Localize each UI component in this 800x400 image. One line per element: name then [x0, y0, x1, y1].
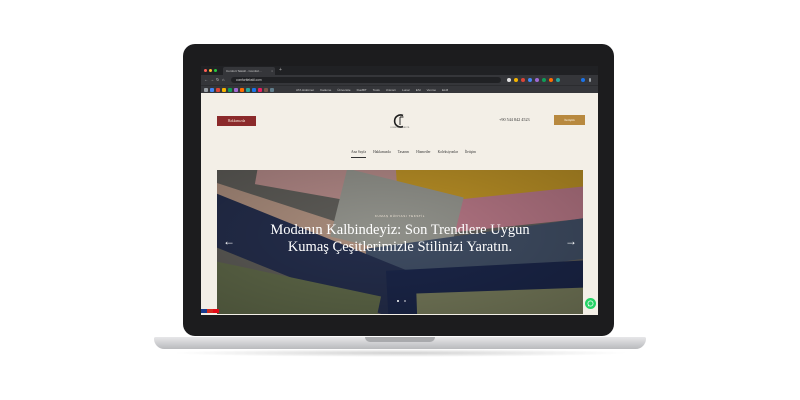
slider-dot[interactable]	[404, 300, 406, 302]
hero-title-line-2: Kumaş Çeşitlerimizle Stilinizi Yaratın.	[287, 239, 513, 255]
new-tab-button[interactable]: +	[279, 67, 282, 73]
browser-toolbar: ← → ↻ ⌂ comforttekstil.com	[201, 75, 598, 85]
whatsapp-icon[interactable]	[585, 298, 596, 309]
profile-avatar[interactable]	[581, 78, 585, 82]
menu-item[interactable]: Koleksiyonlar	[438, 150, 458, 158]
bookmark-favicon-icon[interactable]	[264, 88, 268, 92]
bookmark-item[interactable]: Kademe	[320, 88, 331, 92]
tab-title: Comfort Tekstil - Comfort...	[226, 69, 262, 73]
window-close-dot[interactable]	[204, 69, 207, 72]
main-menu: Ana Sayfa Hakkımızda Tasarım Hizmetler Kolek…	[201, 150, 598, 158]
bookmark-item[interactable]: Üniversite	[337, 88, 350, 92]
bookmark-favicons	[204, 88, 274, 92]
bookmark-item[interactable]: ELM	[442, 88, 448, 92]
menu-item[interactable]: Hizmetler	[416, 150, 430, 158]
menu-item[interactable]: Tasarım	[398, 150, 410, 158]
bookmark-item[interactable]: Venmo	[427, 88, 436, 92]
bookmark-favicon-icon[interactable]	[228, 88, 232, 92]
about-button[interactable]: Hakkımızda	[217, 116, 256, 126]
bookmark-favicon-icon[interactable]	[258, 88, 262, 92]
hero-title-line-1: Modanın Kalbindeyiz: Son Trendlere Uygun	[270, 222, 530, 238]
laptop-mockup: Comfort Tekstil - Comfort... × + ← → ↻ ⌂…	[0, 0, 800, 400]
language-switcher	[201, 309, 219, 313]
whatsapp-glyph	[587, 300, 594, 307]
laptop-screen: Comfort Tekstil - Comfort... × + ← → ↻ ⌂…	[201, 66, 598, 315]
tab-close-icon[interactable]: ×	[271, 69, 273, 73]
reload-icon[interactable]: ↻	[216, 77, 219, 82]
extension-icon[interactable]	[556, 78, 560, 82]
bookmark-item[interactable]: Lunar	[402, 88, 410, 92]
logo-subtitle: COMFORT TEKSTİL	[390, 127, 410, 129]
bookmark-item[interactable]: Tools	[373, 88, 380, 92]
extension-icon[interactable]	[542, 78, 546, 82]
window-minimize-dot[interactable]	[209, 69, 212, 72]
bookmark-favicon-icon[interactable]	[216, 88, 220, 92]
browser-tab[interactable]: Comfort Tekstil - Comfort... ×	[223, 67, 275, 75]
extension-icon[interactable]	[528, 78, 532, 82]
bookmark-favicon-icon[interactable]	[246, 88, 250, 92]
hero-kicker: KUMAŞ DÜNYASI TEKSTİL	[374, 214, 426, 218]
bookmark-item[interactable]: ESI	[416, 88, 421, 92]
bookmarks-bar: ATA Hükümet Kademe Üniversite DuoBIT Tools Un…	[201, 85, 598, 93]
extension-icon[interactable]	[514, 78, 518, 82]
website: Hakkımızda COMFORT TEKSTİL +90 544 842 4…	[201, 93, 598, 315]
extension-icon[interactable]	[507, 78, 511, 82]
extension-icon[interactable]	[535, 78, 539, 82]
bookmark-favicon-icon[interactable]	[204, 88, 208, 92]
browser-tab-bar: Comfort Tekstil - Comfort... × +	[201, 66, 598, 75]
phone-number[interactable]: +90 544 842 4523	[499, 117, 530, 122]
extension-icon[interactable]	[521, 78, 525, 82]
bookmark-item[interactable]: DuoBIT	[357, 88, 367, 92]
browser-menu-icon[interactable]	[589, 78, 591, 82]
arrow-left-icon[interactable]: ←	[223, 234, 235, 248]
bookmark-favicon-icon[interactable]	[252, 88, 256, 92]
forward-icon[interactable]: →	[210, 77, 214, 82]
laptop-notch	[365, 337, 435, 342]
contact-button[interactable]: İletişim	[554, 115, 585, 125]
address-bar[interactable]: comforttekstil.com	[231, 77, 501, 83]
window-zoom-dot[interactable]	[214, 69, 217, 72]
home-icon[interactable]: ⌂	[222, 77, 224, 82]
back-icon[interactable]: ←	[204, 77, 208, 82]
hero-title: Modanın Kalbindeyiz: Son Trendlere Uygun…	[237, 222, 563, 256]
hero-slider: KUMAŞ DÜNYASI TEKSTİL Modanın Kalbindeyi…	[217, 170, 583, 314]
bookmark-item[interactable]: Unicorn	[386, 88, 396, 92]
bookmark-favicon-icon[interactable]	[210, 88, 214, 92]
bookmark-favicon-icon[interactable]	[240, 88, 244, 92]
bookmark-list: ATA Hükümet Kademe Üniversite DuoBIT Tools Un…	[296, 88, 448, 92]
slider-dot[interactable]	[397, 300, 399, 302]
address-url: comforttekstil.com	[236, 78, 262, 82]
arrow-right-icon[interactable]: →	[565, 234, 577, 248]
menu-item[interactable]: Ana Sayfa	[351, 150, 367, 158]
extension-icon[interactable]	[549, 78, 553, 82]
bookmark-favicon-icon[interactable]	[222, 88, 226, 92]
laptop-shadow	[170, 349, 630, 357]
menu-item[interactable]: Hakkımızda	[373, 150, 391, 158]
bookmark-favicon-icon[interactable]	[234, 88, 238, 92]
menu-item[interactable]: İletişim	[465, 150, 476, 158]
bookmark-item[interactable]: ATA Hükümet	[296, 88, 314, 92]
flag-alt-icon[interactable]	[213, 309, 219, 313]
bookmark-favicon-icon[interactable]	[270, 88, 274, 92]
